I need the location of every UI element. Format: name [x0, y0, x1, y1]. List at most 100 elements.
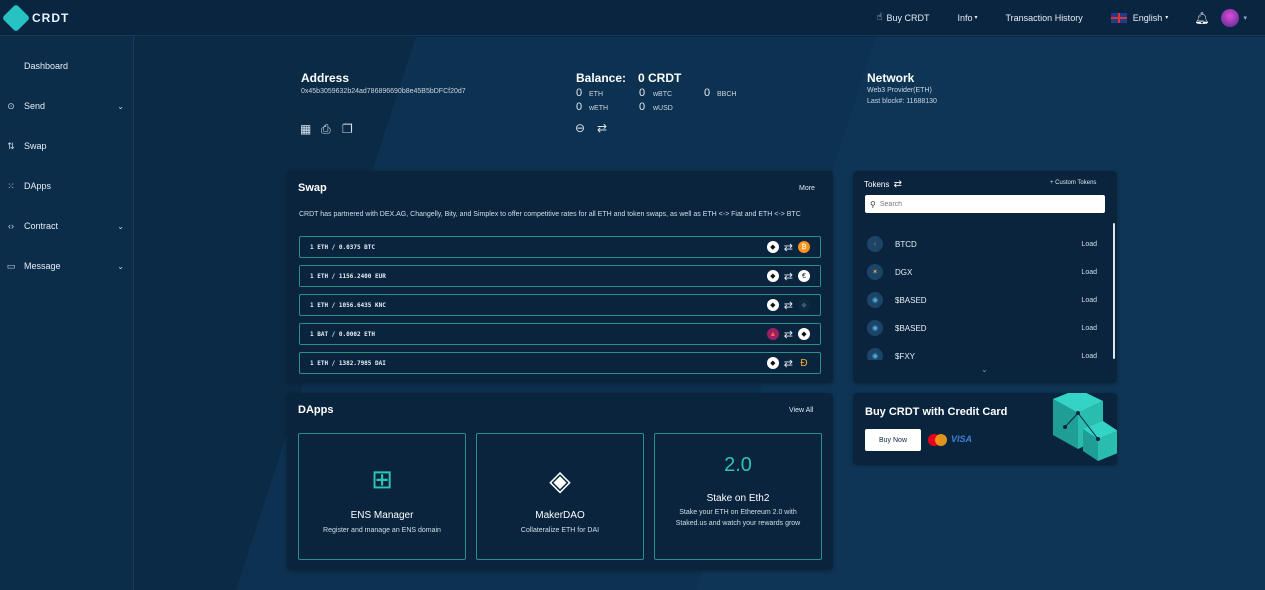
token-load-button[interactable]: Load: [1081, 241, 1097, 248]
ens-browser-icon: ⊞: [371, 464, 393, 494]
dapp-makerdao[interactable]: ◈ MakerDAO Collateralize ETH for DAI: [476, 433, 644, 560]
print-icon[interactable]: ⎙: [321, 122, 331, 137]
buy-now-button[interactable]: Buy Now: [865, 429, 921, 451]
sidebar-item-send[interactable]: ⊙ Send ⌄: [0, 96, 134, 116]
based-token-icon: ◉: [867, 292, 883, 308]
token-name: $FXY: [895, 351, 916, 361]
crdt-cubes-icon: [1053, 393, 1117, 461]
dapp-stake-eth2[interactable]: 2.0 Stake on Eth2 Stake your ETH on Ethe…: [654, 433, 822, 560]
swap-arrows-icon: ⇄: [783, 357, 793, 370]
balance-wusd-value: 0: [639, 101, 646, 113]
swap-more-link[interactable]: More: [799, 185, 815, 192]
info-label: Info: [957, 12, 973, 23]
swap-arrows-icon: ⇄: [783, 241, 793, 254]
dapp-description: Stake your ETH on Ethereum 2.0 with Stak…: [675, 509, 801, 527]
tokens-title: Tokens ⇄: [864, 179, 902, 190]
balance-bbch-value: 0: [704, 87, 711, 99]
balance-weth-symbol: wETH: [589, 105, 609, 112]
qr-code-icon[interactable]: ▦: [300, 122, 311, 136]
uk-flag-icon: [1110, 12, 1127, 23]
network-last-block: Last block#: 11688130: [867, 98, 937, 105]
sidebar-item-contract[interactable]: ‹› Contract ⌄: [0, 216, 134, 236]
swap-arrows-icon[interactable]: ⇄: [597, 121, 607, 135]
token-load-button[interactable]: Load: [1081, 353, 1097, 360]
swap-row[interactable]: 1 BAT / 0.0002 ETH ▲ ⇄ ◆: [299, 323, 821, 345]
dgx-token-icon: ✶: [867, 264, 883, 280]
mastercard-icon: [928, 434, 948, 446]
eth-coin-icon: ◆: [798, 328, 810, 340]
token-row: ◉ $FXY Load: [867, 346, 1097, 360]
swap-row[interactable]: 1 ETH / 1056.6435 KNC ◆ ⇄ ◆: [299, 294, 821, 316]
token-load-button[interactable]: Load: [1081, 269, 1097, 276]
token-name: $BASED: [895, 295, 927, 305]
swap-row[interactable]: 1 ETH / 1156.2400 EUR ◆ ⇄ €: [299, 265, 821, 287]
chevron-down-icon: ⌄: [117, 221, 124, 231]
fxy-token-icon: ◉: [867, 348, 883, 360]
token-load-button[interactable]: Load: [1081, 297, 1097, 304]
dapps-card: DApps View All ⊞ ENS Manager Register an…: [287, 393, 833, 570]
sidebar-item-swap[interactable]: ⇅ Swap: [0, 136, 134, 156]
logo-mark-icon: [1, 3, 31, 32]
swap-description: CRDT has partnered with DEX.AG, Changell…: [299, 211, 801, 218]
swap-row[interactable]: 1 ETH / 0.0375 BTC ◆ ⇄ ₿: [299, 236, 821, 258]
chevron-down-icon[interactable]: ▾: [1243, 14, 1247, 22]
dapps-view-all-link[interactable]: View All: [789, 407, 813, 414]
buy-crdt-link[interactable]: ☝ Buy CRDT: [876, 12, 929, 23]
token-search-input[interactable]: [879, 200, 1090, 208]
more-options-icon[interactable]: ⊖: [575, 121, 585, 135]
balance-bbch-symbol: BBCH: [717, 91, 737, 98]
sidebar-item-label: Message: [24, 261, 61, 271]
sidebar-item-label: Send: [24, 101, 46, 111]
eth-coin-icon: ◆: [766, 299, 779, 311]
custom-tokens-link[interactable]: + Custom Tokens: [1050, 180, 1096, 186]
swap-rate: 1 ETH / 1156.2400 EUR: [310, 272, 386, 280]
eur-coin-icon: €: [798, 270, 810, 282]
balance-wusd-symbol: wUSD: [653, 105, 673, 112]
chevron-down-icon[interactable]: ⌄: [981, 365, 988, 374]
makerdao-diamond-icon: ◈: [549, 465, 571, 496]
swap-arrows-icon: ⇄: [783, 299, 793, 312]
balance-weth-value: 0: [576, 101, 583, 113]
sidebar-item-label: Dashboard: [24, 61, 69, 71]
token-name: DGX: [895, 267, 913, 277]
eth-coin-icon: ◆: [766, 241, 779, 253]
logo-text: CRDT: [32, 10, 70, 25]
bell-icon[interactable]: 🔔︎: [1194, 11, 1209, 25]
dai-coin-icon: Đ: [800, 357, 808, 369]
language-label: English: [1132, 12, 1163, 23]
dapps-title: DApps: [298, 404, 334, 416]
token-name: BTCD: [895, 239, 917, 249]
copy-icon[interactable]: ❐: [342, 122, 353, 136]
token-list-scrollbar[interactable]: [1113, 223, 1115, 359]
logo[interactable]: CRDT: [1, 3, 70, 32]
swap-card: Swap More CRDT has partnered with DEX.AG…: [287, 171, 833, 383]
top-nav: ☝ Buy CRDT Info ▾ Transaction History En…: [862, 0, 1265, 36]
language-select[interactable]: English ▾: [1110, 12, 1168, 23]
info-menu[interactable]: Info ▾: [957, 13, 977, 23]
sidebar-item-message[interactable]: ▭ Message ⌄: [0, 256, 134, 276]
sidebar: Dashboard ⊙ Send ⌄ ⇅ Swap ⁙ DApps ‹› Con…: [0, 37, 134, 590]
swap-rate: 1 ETH / 1056.6435 KNC: [310, 301, 386, 309]
token-search-box: ⚲: [865, 195, 1105, 213]
dapp-title: ENS Manager: [350, 510, 414, 521]
swap-arrows-icon[interactable]: ⇄: [894, 179, 902, 190]
token-load-button[interactable]: Load: [1081, 325, 1097, 332]
swap-row[interactable]: 1 ETH / 1382.7985 DAI ◆ ⇄ Đ: [299, 352, 821, 374]
transaction-history-link[interactable]: Transaction History: [1006, 13, 1083, 23]
swap-rate: 1 BAT / 0.0002 ETH: [310, 330, 376, 338]
transaction-history-label: Transaction History: [1005, 12, 1083, 23]
balance-amount: 0 CRDT: [638, 71, 682, 85]
token-row: ✶ DGX Load: [867, 262, 1097, 282]
send-icon: ⊙: [7, 100, 15, 111]
swap-rate: 1 ETH / 0.0375 BTC: [310, 243, 376, 251]
sidebar-item-dashboard[interactable]: Dashboard: [0, 56, 134, 76]
dapp-ens-manager[interactable]: ⊞ ENS Manager Register and manage an ENS…: [298, 433, 466, 560]
eth-coin-icon: ◆: [766, 270, 779, 282]
balance-wbtc-symbol: wBTC: [653, 91, 673, 98]
swap-icon: ⇅: [7, 140, 15, 151]
sidebar-item-dapps[interactable]: ⁙ DApps: [0, 176, 134, 196]
balance-title: Balance:: [576, 71, 627, 85]
avatar[interactable]: [1221, 8, 1240, 27]
dapp-title: Stake on Eth2: [706, 493, 770, 504]
bat-coin-icon: ▲: [766, 328, 779, 340]
